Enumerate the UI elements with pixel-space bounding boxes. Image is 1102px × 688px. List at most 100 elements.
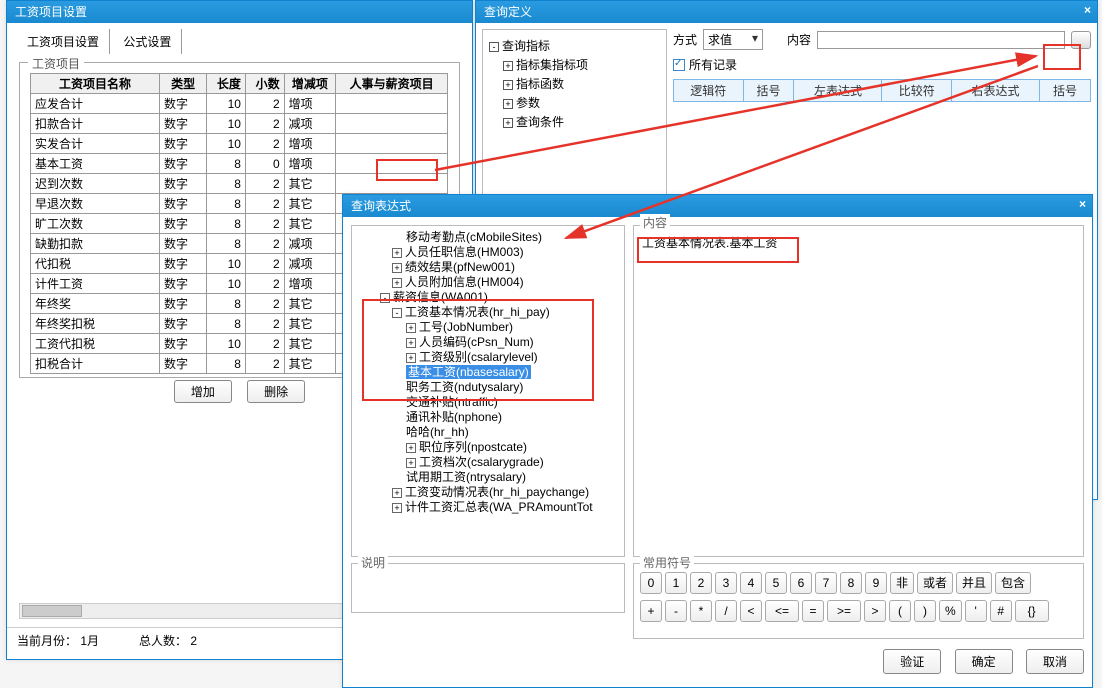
symbol-button[interactable]: 4	[740, 572, 762, 594]
column-header[interactable]: 逻辑符	[674, 80, 744, 102]
tab-salary-items[interactable]: 工资项目设置	[17, 29, 110, 54]
content-input[interactable]	[817, 31, 1065, 49]
tree-item[interactable]: +人员任职信息(HM003)	[356, 245, 620, 260]
expand-icon[interactable]: +	[406, 323, 416, 333]
window-title: 查询表达式	[351, 199, 411, 213]
content-more-button[interactable]	[1071, 31, 1091, 49]
tree-item[interactable]: +绩效结果(pfNew001)	[356, 260, 620, 275]
symbol-button[interactable]: #	[990, 600, 1012, 622]
way-dropdown[interactable]: 求值	[703, 29, 763, 50]
table-row[interactable]: 实发合计数字102增项	[31, 134, 448, 154]
tree-item[interactable]: +计件工资汇总表(WA_PRAmountTot	[356, 500, 620, 515]
symbol-button[interactable]: +	[640, 600, 662, 622]
tree-item[interactable]: +工资级别(csalarylevel)	[356, 350, 620, 365]
symbol-button[interactable]: 并且	[956, 572, 992, 594]
ok-button[interactable]: 确定	[955, 649, 1013, 674]
symbol-button[interactable]: *	[690, 600, 712, 622]
symbol-button[interactable]: '	[965, 600, 987, 622]
expand-icon[interactable]: +	[392, 503, 402, 513]
collapse-icon[interactable]: -	[380, 293, 390, 303]
collapse-icon[interactable]: -	[392, 308, 402, 318]
expand-icon[interactable]: +	[406, 443, 416, 453]
symbol-button[interactable]: 6	[790, 572, 812, 594]
symbol-button[interactable]: 包含	[995, 572, 1031, 594]
content-label: 内容	[787, 31, 811, 48]
expand-icon[interactable]: +	[392, 488, 402, 498]
symbol-button[interactable]: =	[802, 600, 824, 622]
symbol-button[interactable]: <=	[765, 600, 799, 622]
tree-item[interactable]: +工资变动情况表(hr_hi_paychange)	[356, 485, 620, 500]
column-header[interactable]: 增减项	[284, 74, 336, 94]
tree-item[interactable]: +人员编码(cPsn_Num)	[356, 335, 620, 350]
tree-item[interactable]: +工号(JobNumber)	[356, 320, 620, 335]
symbol-box: 常用符号 0123456789非或者并且包含+-*/<<==>=>()%'#{}	[633, 563, 1084, 639]
tree-item[interactable]: +工资档次(csalarygrade)	[356, 455, 620, 470]
tree-item[interactable]: 移动考勤点(cMobileSites)	[356, 230, 620, 245]
symbol-button[interactable]: 非	[890, 572, 914, 594]
symbol-button[interactable]: 9	[865, 572, 887, 594]
symbol-button[interactable]: 7	[815, 572, 837, 594]
symbol-button[interactable]: >=	[827, 600, 861, 622]
expand-icon[interactable]: +	[406, 338, 416, 348]
table-row[interactable]: 基本工资数字80增项	[31, 154, 448, 174]
tree-item[interactable]: 交通补贴(ntraffic)	[356, 395, 620, 410]
delete-button[interactable]: 删除	[247, 380, 305, 403]
close-icon[interactable]: ×	[1084, 3, 1091, 17]
tree-item[interactable]: 试用期工资(ntrysalary)	[356, 470, 620, 485]
symbol-button[interactable]: 或者	[917, 572, 953, 594]
verify-button[interactable]: 验证	[883, 649, 941, 674]
symbol-button[interactable]: %	[939, 600, 962, 622]
column-header[interactable]: 工资项目名称	[31, 74, 160, 94]
symbol-button[interactable]: )	[914, 600, 936, 622]
tree-item[interactable]: +职位序列(npostcate)	[356, 440, 620, 455]
tree-item[interactable]: -工资基本情况表(hr_hi_pay)	[356, 305, 620, 320]
tree-item[interactable]: 基本工资(nbasesalary)	[356, 365, 620, 380]
all-records-checkbox[interactable]: 所有记录	[673, 56, 1091, 73]
expand-icon[interactable]: +	[406, 458, 416, 468]
tree-item[interactable]: -薪资信息(WA001)	[356, 290, 620, 305]
condition-table: 逻辑符括号左表达式比较符右表达式括号	[673, 79, 1091, 102]
table-row[interactable]: 扣款合计数字102减项	[31, 114, 448, 134]
expand-icon[interactable]: +	[392, 248, 402, 258]
close-icon[interactable]: ×	[1079, 197, 1086, 211]
column-header[interactable]: 比较符	[882, 80, 952, 102]
symbol-button[interactable]: 8	[840, 572, 862, 594]
column-header[interactable]: 长度	[207, 74, 246, 94]
symbol-button[interactable]: 3	[715, 572, 737, 594]
expand-icon[interactable]: +	[406, 353, 416, 363]
titlebar[interactable]: 查询定义 ×	[476, 1, 1097, 23]
table-row[interactable]: 应发合计数字102增项	[31, 94, 448, 114]
symbol-button[interactable]: {}	[1015, 600, 1049, 622]
symbol-button[interactable]: 2	[690, 572, 712, 594]
field-tree[interactable]: 移动考勤点(cMobileSites)+人员任职信息(HM003)+绩效结果(p…	[351, 225, 625, 557]
symbol-button[interactable]: 1	[665, 572, 687, 594]
add-button[interactable]: 增加	[174, 380, 232, 403]
symbol-button[interactable]: <	[740, 600, 762, 622]
column-header[interactable]: 人事与薪资项目	[336, 74, 448, 94]
expression-content[interactable]: 内容 工资基本情况表.基本工资	[633, 225, 1084, 557]
column-header[interactable]: 小数	[245, 74, 284, 94]
symbol-button[interactable]: >	[864, 600, 886, 622]
symbol-button[interactable]: 5	[765, 572, 787, 594]
table-row[interactable]: 迟到次数数字82其它	[31, 174, 448, 194]
titlebar[interactable]: 工资项目设置	[7, 1, 472, 23]
tree-item[interactable]: 职务工资(ndutysalary)	[356, 380, 620, 395]
column-header[interactable]: 类型	[159, 74, 206, 94]
checkbox-icon[interactable]	[673, 59, 685, 71]
tab-formula[interactable]: 公式设置	[113, 29, 182, 54]
tree-item[interactable]: +人员附加信息(HM004)	[356, 275, 620, 290]
column-header[interactable]: 右表达式	[951, 80, 1039, 102]
symbol-button[interactable]: -	[665, 600, 687, 622]
expand-icon[interactable]: +	[392, 263, 402, 273]
expand-icon[interactable]: +	[392, 278, 402, 288]
symbol-button[interactable]: /	[715, 600, 737, 622]
cancel-button[interactable]: 取消	[1026, 649, 1084, 674]
titlebar[interactable]: 查询表达式 ×	[343, 195, 1092, 217]
tree-item[interactable]: 哈哈(hr_hh)	[356, 425, 620, 440]
symbol-button[interactable]: (	[889, 600, 911, 622]
symbol-button[interactable]: 0	[640, 572, 662, 594]
column-header[interactable]: 左表达式	[794, 80, 882, 102]
tree-item[interactable]: 通讯补贴(nphone)	[356, 410, 620, 425]
column-header[interactable]: 括号	[1040, 80, 1091, 102]
column-header[interactable]: 括号	[743, 80, 794, 102]
